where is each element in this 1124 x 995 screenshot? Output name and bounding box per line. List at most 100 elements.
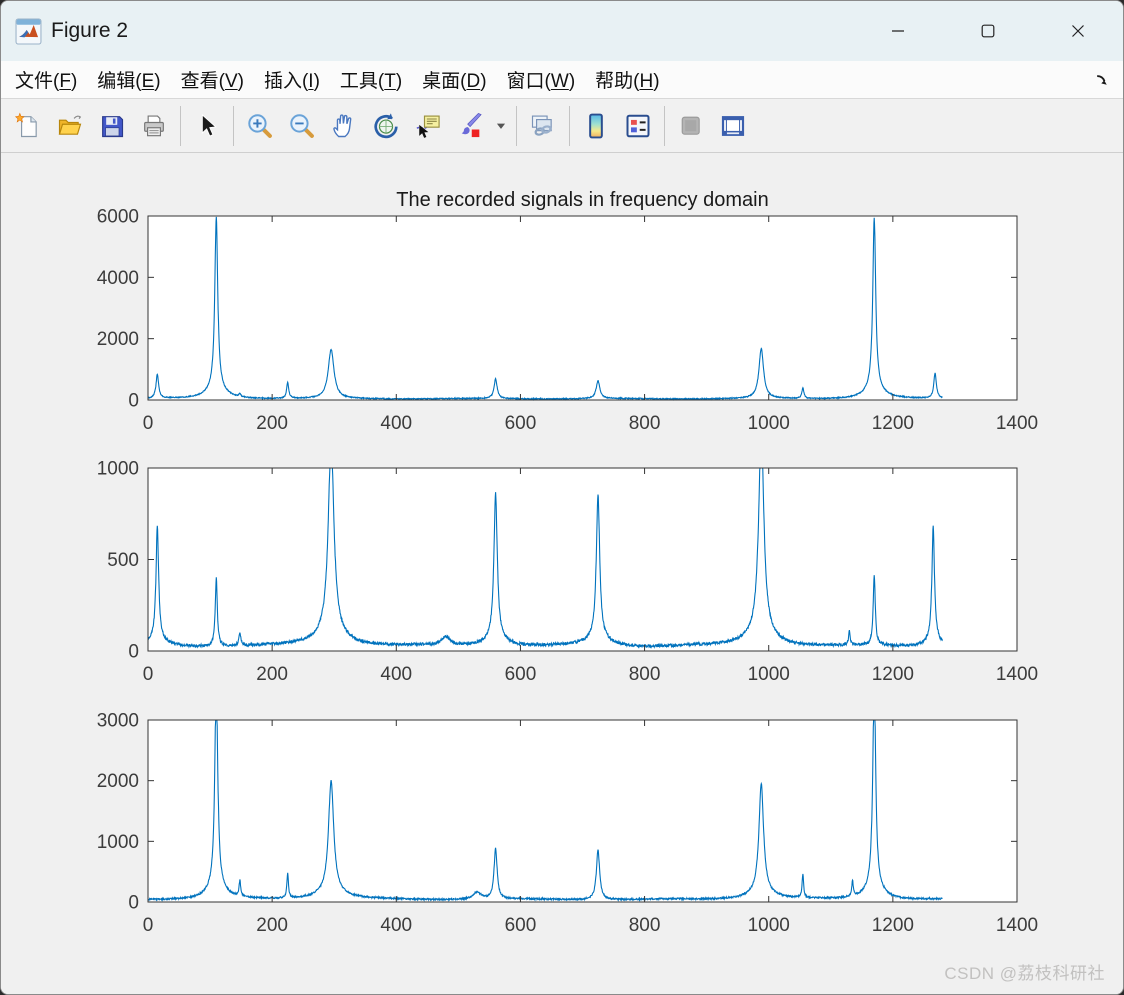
toolbar — [1, 99, 1123, 153]
x-tick-label: 800 — [629, 664, 661, 685]
edit-cursor-icon — [201, 113, 217, 137]
menu-insert[interactable]: 插入(I) — [254, 63, 330, 96]
x-tick-label: 200 — [256, 413, 288, 434]
y-tick-label: 4000 — [97, 268, 139, 289]
toolbar-separator — [233, 105, 234, 146]
x-tick-label: 1000 — [748, 915, 790, 936]
menu-desktop[interactable]: 桌面(D) — [412, 63, 496, 96]
open-file-button[interactable] — [49, 104, 91, 148]
y-tick-label: 3000 — [97, 711, 139, 732]
colorbar-icon — [589, 113, 603, 138]
brush-dropdown-button[interactable] — [491, 104, 511, 148]
data-cursor-button[interactable] — [407, 104, 449, 148]
zoom-in-button[interactable] — [239, 104, 281, 148]
print-icon — [144, 115, 164, 136]
menu-tools[interactable]: 工具(T) — [330, 63, 412, 96]
save-figure-button[interactable] — [91, 104, 133, 148]
chart-canvas[interactable]: 0 200 400 600 800 1000 1200 14000200040006000Th… — [1, 153, 1124, 995]
link-icon — [531, 115, 552, 136]
x-tick-label: 0 — [143, 915, 154, 936]
show-plot-tools-button[interactable] — [712, 104, 754, 148]
toolbar-separator — [180, 105, 181, 146]
menu-help[interactable]: 帮助(H) — [585, 63, 669, 96]
pan-hand-icon — [333, 113, 352, 137]
x-tick-label: 200 — [256, 915, 288, 936]
x-tick-label: 400 — [380, 413, 412, 434]
link-plot-button[interactable] — [522, 104, 564, 148]
show-plot-tools-icon — [721, 115, 745, 136]
x-tick-label: 600 — [505, 664, 537, 685]
dock-figure-button[interactable] — [1089, 67, 1115, 93]
brush-icon — [461, 112, 482, 137]
chart-title: The recorded signals in frequency domain — [396, 189, 768, 211]
x-tick-label: 1400 — [996, 413, 1038, 434]
pan-button[interactable] — [323, 104, 365, 148]
new-document-icon — [14, 112, 37, 137]
zoom-in-icon — [248, 113, 272, 138]
figure-canvas: 0 200 400 600 800 1000 1200 1400 0 2000 4000 6000 Th… — [1, 153, 1124, 995]
data-cursor-icon — [416, 115, 440, 138]
x-tick-label: 400 — [380, 915, 412, 936]
x-tick-label: 1200 — [872, 664, 914, 685]
x-tick-label: 600 — [505, 413, 537, 434]
matlab-figure-icon — [15, 18, 42, 45]
subplot-3[interactable]: 0 200 400 600 800 1000 1200 1400 0 1000 2000 3000 — [97, 711, 1038, 937]
minimize-button[interactable] — [853, 1, 943, 61]
y-tick-label: 2000 — [97, 329, 139, 350]
close-button[interactable] — [1033, 1, 1123, 61]
x-tick-label: 0 — [143, 413, 154, 434]
x-tick-label: 1000 — [748, 664, 790, 685]
menu-file[interactable]: 文件(F) — [5, 63, 87, 96]
menu-edit[interactable]: 编辑(E) — [87, 63, 170, 96]
open-folder-icon — [58, 115, 82, 135]
caret-down-icon — [496, 123, 506, 129]
watermark: CSDN @荔枝科研社 — [944, 964, 1105, 983]
toolbar-group — [7, 99, 175, 152]
toolbar-separator — [569, 105, 570, 146]
x-tick-label: 800 — [629, 915, 661, 936]
brush-data-button[interactable] — [449, 104, 491, 148]
y-tick-label: 500 — [107, 550, 139, 571]
x-tick-label: 600 — [505, 915, 537, 936]
toolbar-separator — [664, 105, 665, 146]
y-tick-label: 2000 — [97, 771, 139, 792]
print-figure-button[interactable] — [133, 104, 175, 148]
edit-plot-button[interactable] — [186, 104, 228, 148]
toolbar-group — [239, 99, 511, 152]
dock-arrow-icon — [1097, 75, 1107, 85]
x-tick-label: 800 — [629, 413, 661, 434]
zoom-out-button[interactable] — [281, 104, 323, 148]
titlebar[interactable]: Figure 2 — [1, 1, 1123, 61]
x-tick-label: 1200 — [872, 413, 914, 434]
new-figure-button[interactable] — [7, 104, 49, 148]
y-tick-label: 0 — [128, 391, 139, 412]
subplot-2[interactable]: 0 200 400 600 800 1000 1200 1400 0 500 1000 — [97, 459, 1038, 686]
y-tick-label: 1000 — [97, 459, 139, 480]
menu-window[interactable]: 窗口(W) — [497, 63, 586, 96]
y-tick-label: 0 — [128, 642, 139, 663]
x-tick-label: 400 — [380, 664, 412, 685]
window-controls — [853, 1, 1123, 61]
y-tick-label: 0 — [128, 893, 139, 914]
rotate-3d-button[interactable] — [365, 104, 407, 148]
toolbar-group — [522, 99, 564, 152]
legend-icon — [626, 114, 650, 137]
x-tick-label: 0 — [143, 664, 154, 685]
save-icon — [102, 115, 124, 137]
maximize-button[interactable] — [943, 1, 1033, 61]
zoom-out-icon — [290, 113, 314, 138]
rotate-3d-icon — [374, 112, 398, 138]
figure-window: Figure 2 文件(F) 编辑(E) 查看(V) 插入(I) 工具(T) 桌面(D) 窗… — [0, 0, 1124, 995]
maximize-icon — [981, 24, 995, 38]
y-tick-label: 6000 — [97, 207, 139, 228]
insert-legend-button[interactable] — [617, 104, 659, 148]
minimize-icon — [892, 30, 904, 32]
subplot-1[interactable]: 0 200 400 600 800 1000 1200 1400 0 2000 4000 6000 Th… — [97, 189, 1038, 434]
toolbar-group — [575, 99, 659, 152]
x-tick-label: 200 — [256, 664, 288, 685]
toolbar-group — [186, 99, 228, 152]
y-tick-label: 1000 — [97, 832, 139, 853]
hide-plot-tools-icon — [681, 116, 700, 135]
menu-view[interactable]: 查看(V) — [171, 63, 254, 96]
insert-colorbar-button[interactable] — [575, 104, 617, 148]
